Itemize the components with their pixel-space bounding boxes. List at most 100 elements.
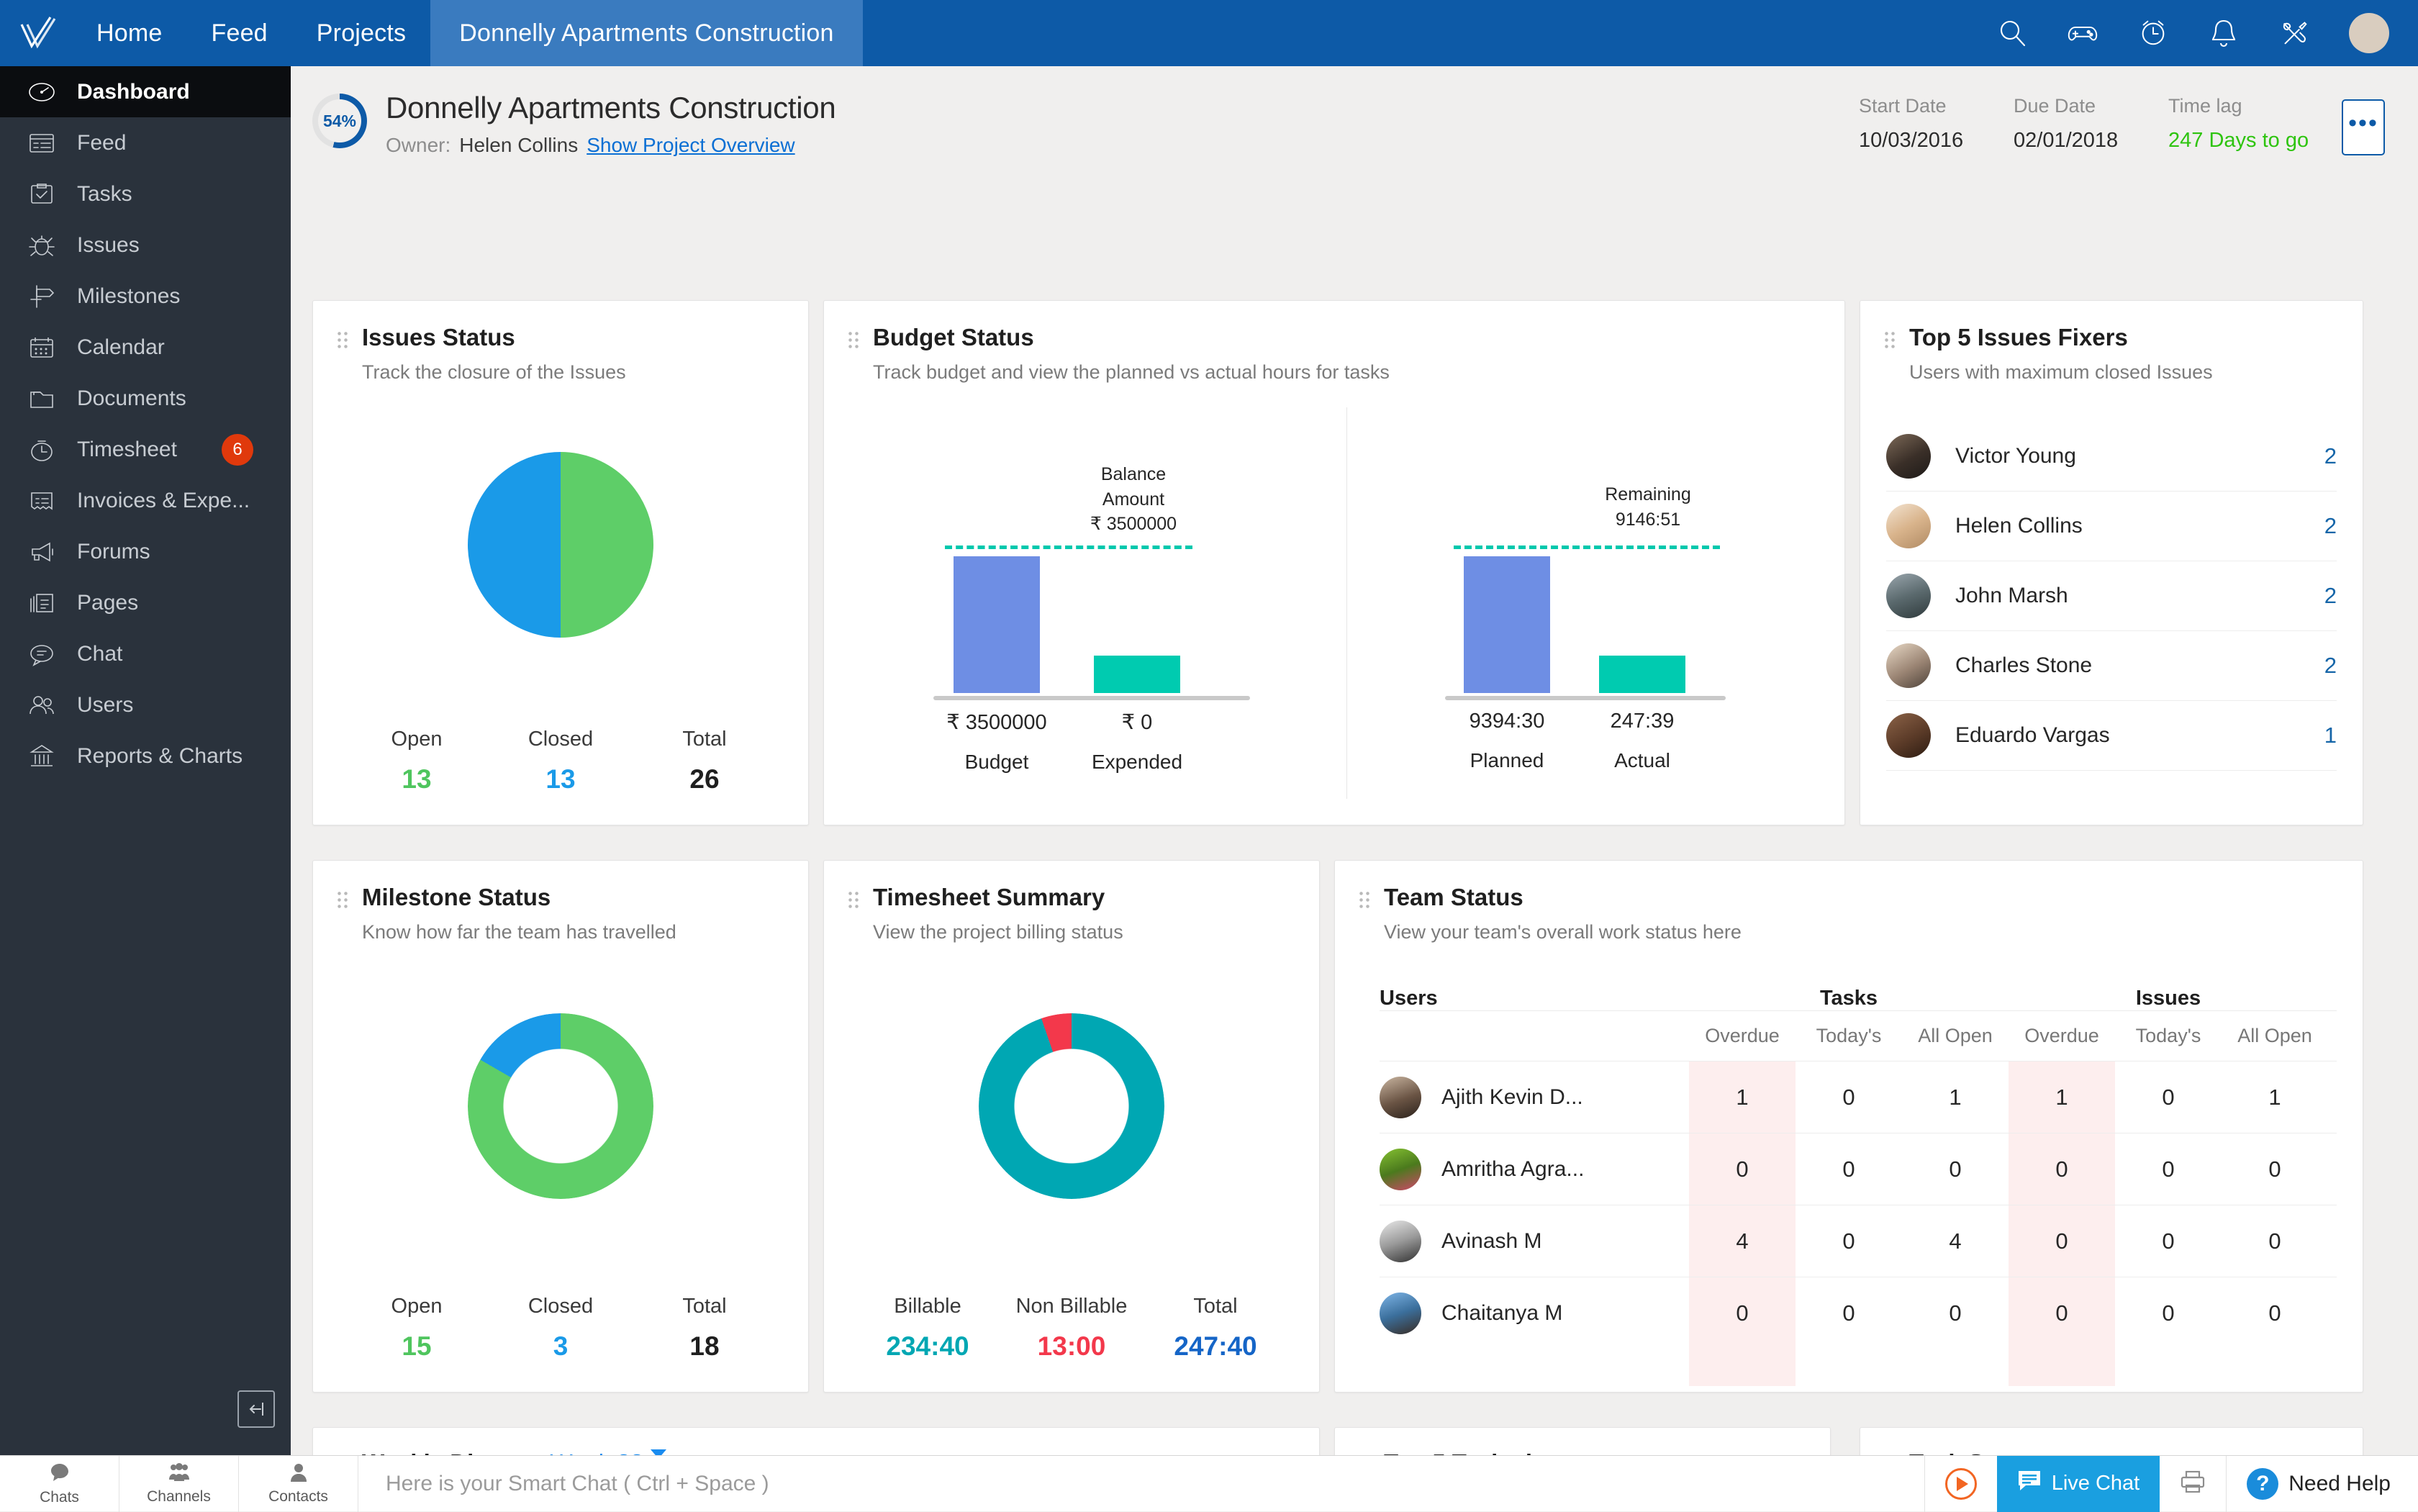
issues-status-pie-chart[interactable] — [468, 452, 653, 638]
drag-handle[interactable] — [336, 330, 350, 350]
card-subtitle: Know how far the team has travelled — [362, 921, 808, 943]
team-status-table: Users Tasks Issues Overdue Today's All O… — [1380, 970, 2337, 1386]
sidebar-item-invoices-expenses[interactable]: Invoices & Expe... — [0, 475, 291, 526]
card-subtitle: Users with maximum closed Issues — [1909, 361, 2363, 384]
channels-icon — [168, 1462, 191, 1486]
table-row[interactable]: Ajith Kevin D... 1 0 1 1 0 1 — [1380, 1061, 2337, 1133]
timesheet-badge: 6 — [222, 434, 253, 466]
sidebar-item-reports-charts[interactable]: Reports & Charts — [0, 730, 291, 782]
nav-home[interactable]: Home — [72, 0, 187, 66]
play-button[interactable] — [1925, 1456, 1997, 1512]
drag-handle[interactable] — [1883, 330, 1898, 350]
tools-icon[interactable] — [2278, 17, 2310, 49]
footer-tab-chats[interactable]: Chats — [0, 1456, 119, 1512]
sidebar-item-feed[interactable]: Feed — [0, 117, 291, 168]
bar-expended[interactable] — [1094, 656, 1180, 693]
table-row[interactable]: Avinash M 4 0 4 0 0 0 — [1380, 1205, 2337, 1277]
drag-handle[interactable] — [336, 890, 350, 910]
alarm-clock-icon[interactable] — [2137, 17, 2169, 49]
feed-icon — [25, 127, 58, 160]
sidebar-item-issues[interactable]: Issues — [0, 219, 291, 271]
timesheet-summary-stats: Billable 234:40 Non Billable 13:00 Total… — [824, 1295, 1319, 1362]
card-top-taskminators: Top 5 Taskminators Users with maximum cl… — [1334, 1427, 1831, 1455]
card-issues-status: Issues Status Track the closure of the I… — [312, 300, 809, 825]
card-team-status: Team Status View your team's overall wor… — [1334, 860, 2363, 1393]
nav-feed[interactable]: Feed — [187, 0, 292, 66]
drag-handle[interactable] — [847, 330, 861, 350]
bar-planned[interactable] — [1464, 556, 1550, 693]
list-item[interactable]: Eduardo Vargas 1 — [1886, 701, 2337, 771]
timesheet-summary-donut-chart[interactable] — [979, 1013, 1164, 1199]
need-help-button[interactable]: ? Need Help — [2227, 1456, 2418, 1512]
avatar — [1886, 504, 1931, 548]
top-nav-items: Home Feed Projects Donnelly Apartments C… — [72, 0, 863, 66]
print-button[interactable] — [2160, 1456, 2226, 1512]
card-title: Milestone Status — [362, 884, 551, 911]
table-row[interactable]: Chaitanya M 0 0 0 0 0 0 — [1380, 1277, 2337, 1349]
footer-tab-contacts[interactable]: Contacts — [239, 1456, 358, 1512]
card-title: Timesheet Summary — [873, 884, 1105, 911]
list-item[interactable]: Helen Collins 2 — [1886, 492, 2337, 561]
list-item[interactable]: John Marsh 2 — [1886, 561, 2337, 631]
drag-handle[interactable] — [1358, 890, 1372, 910]
show-project-overview-link[interactable]: Show Project Overview — [587, 134, 794, 157]
sidebar-item-label: Forums — [77, 540, 150, 564]
sidebar-item-documents[interactable]: Documents — [0, 373, 291, 424]
footer-tab-channels[interactable]: Channels — [119, 1456, 239, 1512]
live-chat-button[interactable]: Live Chat — [1997, 1456, 2160, 1512]
card-timesheet-summary: Timesheet Summary View the project billi… — [823, 860, 1320, 1393]
more-options-button[interactable]: ••• — [2342, 99, 2385, 155]
app-logo[interactable] — [0, 0, 72, 66]
drag-handle[interactable] — [847, 890, 861, 910]
avatar — [1380, 1221, 1421, 1262]
bar-actual[interactable] — [1599, 656, 1685, 693]
col-issues: Issues — [2009, 987, 2328, 1010]
card-title: Issues Status — [362, 324, 515, 351]
sidebar-item-calendar[interactable]: Calendar — [0, 322, 291, 373]
nav-current-project[interactable]: Donnelly Apartments Construction — [430, 0, 862, 66]
avatar — [1380, 1149, 1421, 1190]
card-title: Weekly Digest — [362, 1449, 522, 1455]
main-content: 54% Donnelly Apartments Construction Own… — [291, 66, 2418, 1455]
week-selector[interactable]: Week 22 — [550, 1449, 643, 1455]
bar-budget[interactable] — [954, 556, 1040, 693]
milestone-status-donut-chart[interactable] — [468, 1013, 653, 1199]
avatar[interactable] — [2349, 13, 2389, 53]
footer-bar: Chats Channels Contacts Here is your Sma… — [0, 1455, 2418, 1511]
sidebar-item-tasks[interactable]: Tasks — [0, 168, 291, 219]
megaphone-icon — [25, 535, 58, 569]
planned-footer: 9394:30 Planned — [1449, 710, 1565, 772]
list-item[interactable]: Victor Young 2 — [1886, 422, 2337, 492]
bell-icon[interactable] — [2208, 17, 2240, 49]
table-row[interactable]: Amritha Agra... 0 0 0 0 0 0 — [1380, 1133, 2337, 1205]
card-title: Top 5 Issues Fixers — [1909, 324, 2128, 351]
budget-amount-chart[interactable]: Balance Amount ₹ 3500000 ₹ 3500000 Budge… — [910, 445, 1270, 783]
chevron-down-icon[interactable] — [651, 1449, 666, 1455]
sidebar-item-label: Milestones — [77, 284, 180, 309]
card-subtitle: Track budget and view the planned vs act… — [873, 361, 1844, 384]
bar-chart-icon — [25, 740, 58, 773]
budget-hours-chart[interactable]: Remaining 9146:51 9394:30 Planned 247:39… — [1439, 445, 1799, 783]
pages-icon — [25, 587, 58, 620]
sidebar-item-chat[interactable]: Chat — [0, 628, 291, 679]
sidebar-item-dashboard[interactable]: Dashboard — [0, 66, 291, 117]
balance-dashed-line — [945, 546, 1192, 549]
issues-status-stats: Open 13 Closed 13 Total 26 — [313, 728, 808, 795]
sidebar-item-pages[interactable]: Pages — [0, 577, 291, 628]
search-icon[interactable] — [1996, 17, 2028, 49]
card-top-issues-fixers: Top 5 Issues Fixers Users with maximum c… — [1860, 300, 2363, 825]
card-subtitle: View your team's overall work status her… — [1384, 921, 2363, 943]
col-tasks: Tasks — [1689, 987, 2009, 1010]
subcol-issues-today: Today's — [2115, 1025, 2222, 1047]
sidebar-item-milestones[interactable]: Milestones — [0, 271, 291, 322]
divider — [1346, 407, 1347, 799]
sidebar-item-users[interactable]: Users — [0, 679, 291, 730]
nav-projects[interactable]: Projects — [292, 0, 430, 66]
collapse-sidebar-button[interactable] — [237, 1390, 275, 1428]
gamepad-icon[interactable] — [2067, 17, 2098, 49]
smart-chat-input[interactable]: Here is your Smart Chat ( Ctrl + Space ) — [358, 1472, 1924, 1496]
sidebar-item-forums[interactable]: Forums — [0, 526, 291, 577]
sidebar-item-timesheet[interactable]: Timesheet 6 — [0, 424, 291, 475]
sidebar-item-label: Tasks — [77, 182, 132, 207]
list-item[interactable]: Charles Stone 2 — [1886, 631, 2337, 701]
